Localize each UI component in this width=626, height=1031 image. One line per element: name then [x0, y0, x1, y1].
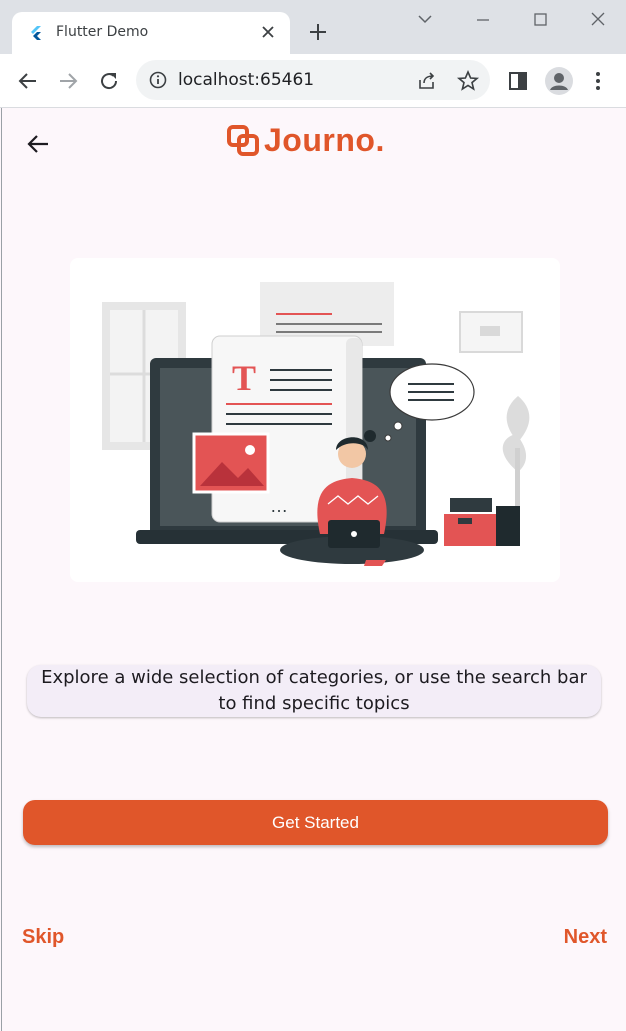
description-chip: Explore a wide selection of categories, … [27, 665, 601, 717]
logo-text: Journo. [264, 122, 385, 158]
get-started-button[interactable]: Get Started [23, 800, 608, 845]
star-icon[interactable] [456, 69, 480, 93]
url-text[interactable]: localhost:65461 [178, 70, 314, 90]
next-button[interactable]: Next [564, 926, 607, 949]
journo-logo-icon [227, 125, 259, 156]
plus-icon[interactable] [304, 18, 332, 46]
skip-button[interactable]: Skip [22, 926, 64, 949]
svg-text:T: T [232, 358, 256, 398]
svg-text:…: … [270, 496, 288, 516]
app-page: Journo. T … Explore a wide selection of … [1, 108, 626, 1031]
kebab-menu-icon[interactable] [588, 68, 608, 94]
flutter-icon [31, 26, 41, 40]
close-icon[interactable] [258, 22, 278, 42]
reload-icon[interactable] [96, 68, 122, 94]
browser-toolbar: localhost:65461 [0, 54, 626, 108]
address-bar[interactable]: localhost:65461 [136, 60, 490, 100]
chevron-down-icon[interactable] [410, 10, 440, 30]
sidepanel-icon[interactable] [506, 69, 530, 93]
back-arrow-icon[interactable] [24, 130, 52, 158]
illustration-svg: T … [102, 282, 530, 566]
onboarding-illustration: T … [70, 258, 560, 582]
back-arrow-icon[interactable] [15, 68, 41, 94]
maximize-icon[interactable] [525, 10, 555, 30]
description-text: Explore a wide selection of categories, … [41, 667, 587, 714]
share-icon[interactable] [416, 70, 438, 92]
browser-tab[interactable]: Flutter Demo [12, 12, 290, 54]
get-started-label: Get Started [272, 812, 359, 832]
info-icon[interactable] [148, 70, 168, 90]
forward-arrow-icon[interactable] [55, 68, 81, 94]
tab-title: Flutter Demo [56, 24, 149, 40]
browser-titlebar: Flutter Demo [0, 0, 626, 54]
profile-icon[interactable] [544, 66, 574, 96]
close-icon[interactable] [583, 10, 613, 30]
minimize-icon[interactable] [468, 10, 498, 30]
